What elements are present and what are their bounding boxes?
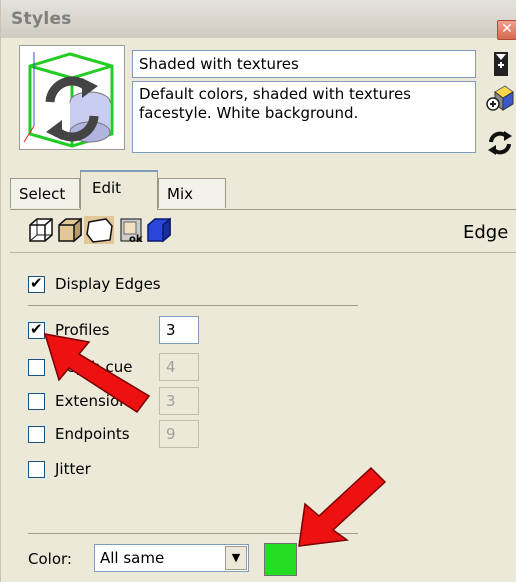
endpoints-value-field: 9 (159, 420, 199, 448)
chevron-down-icon[interactable]: ▼ (225, 546, 247, 570)
style-name-field[interactable]: Shaded with textures (132, 50, 476, 78)
endpoints-checkbox[interactable] (28, 426, 45, 443)
refresh-icon[interactable] (485, 128, 515, 158)
color-mode-dropdown[interactable]: All same ▼ (94, 544, 249, 572)
tab-mix[interactable]: Mix (158, 178, 226, 208)
annotation-arrow-profiles-icon (43, 333, 151, 414)
window-title: Styles (11, 9, 72, 29)
face-settings-icon[interactable] (57, 216, 83, 244)
section-title: Edge (463, 222, 509, 243)
tab-strip: Select Edit Mix (10, 170, 516, 210)
endpoints-label: Endpoints (55, 425, 130, 443)
edge-settings-icon[interactable] (28, 216, 54, 244)
style-description-field[interactable]: Default colors, shaded with textures fac… (132, 81, 476, 153)
profiles-value-field[interactable]: 3 (159, 316, 199, 344)
background-settings-icon[interactable] (84, 216, 114, 244)
extension-value-field: 3 (159, 387, 199, 415)
watermark-settings-icon[interactable]: ok (118, 216, 144, 245)
modeling-settings-icon[interactable] (146, 216, 172, 244)
jitter-option[interactable]: Jitter (28, 459, 188, 481)
annotation-arrow-color-icon (298, 466, 387, 547)
display-edges-label: Display Edges (55, 275, 161, 293)
depth-cue-value-field: 4 (159, 353, 199, 381)
create-new-style-icon[interactable] (485, 50, 515, 80)
color-mode-value: All same (100, 549, 165, 567)
tab-select[interactable]: Select (10, 178, 80, 208)
display-edges-option[interactable]: Display Edges (28, 274, 328, 296)
display-edges-checkbox[interactable] (28, 274, 45, 293)
separator (28, 305, 358, 306)
close-button[interactable]: ✕ (497, 20, 516, 40)
jitter-checkbox[interactable] (28, 461, 45, 478)
style-preview-icon (23, 52, 114, 148)
title-bar[interactable]: Styles ✕ (1, 0, 516, 40)
svg-text:ok: ok (129, 234, 143, 244)
update-style-icon[interactable] (485, 84, 515, 114)
endpoints-option[interactable]: Endpoints 9 (28, 420, 228, 448)
jitter-label: Jitter (55, 460, 91, 478)
style-thumbnail[interactable] (19, 45, 125, 150)
color-label: Color: (28, 550, 72, 568)
styles-panel: Styles ✕ Shaded with textures Default co… (0, 0, 516, 582)
tab-edit[interactable]: Edit (80, 170, 158, 210)
